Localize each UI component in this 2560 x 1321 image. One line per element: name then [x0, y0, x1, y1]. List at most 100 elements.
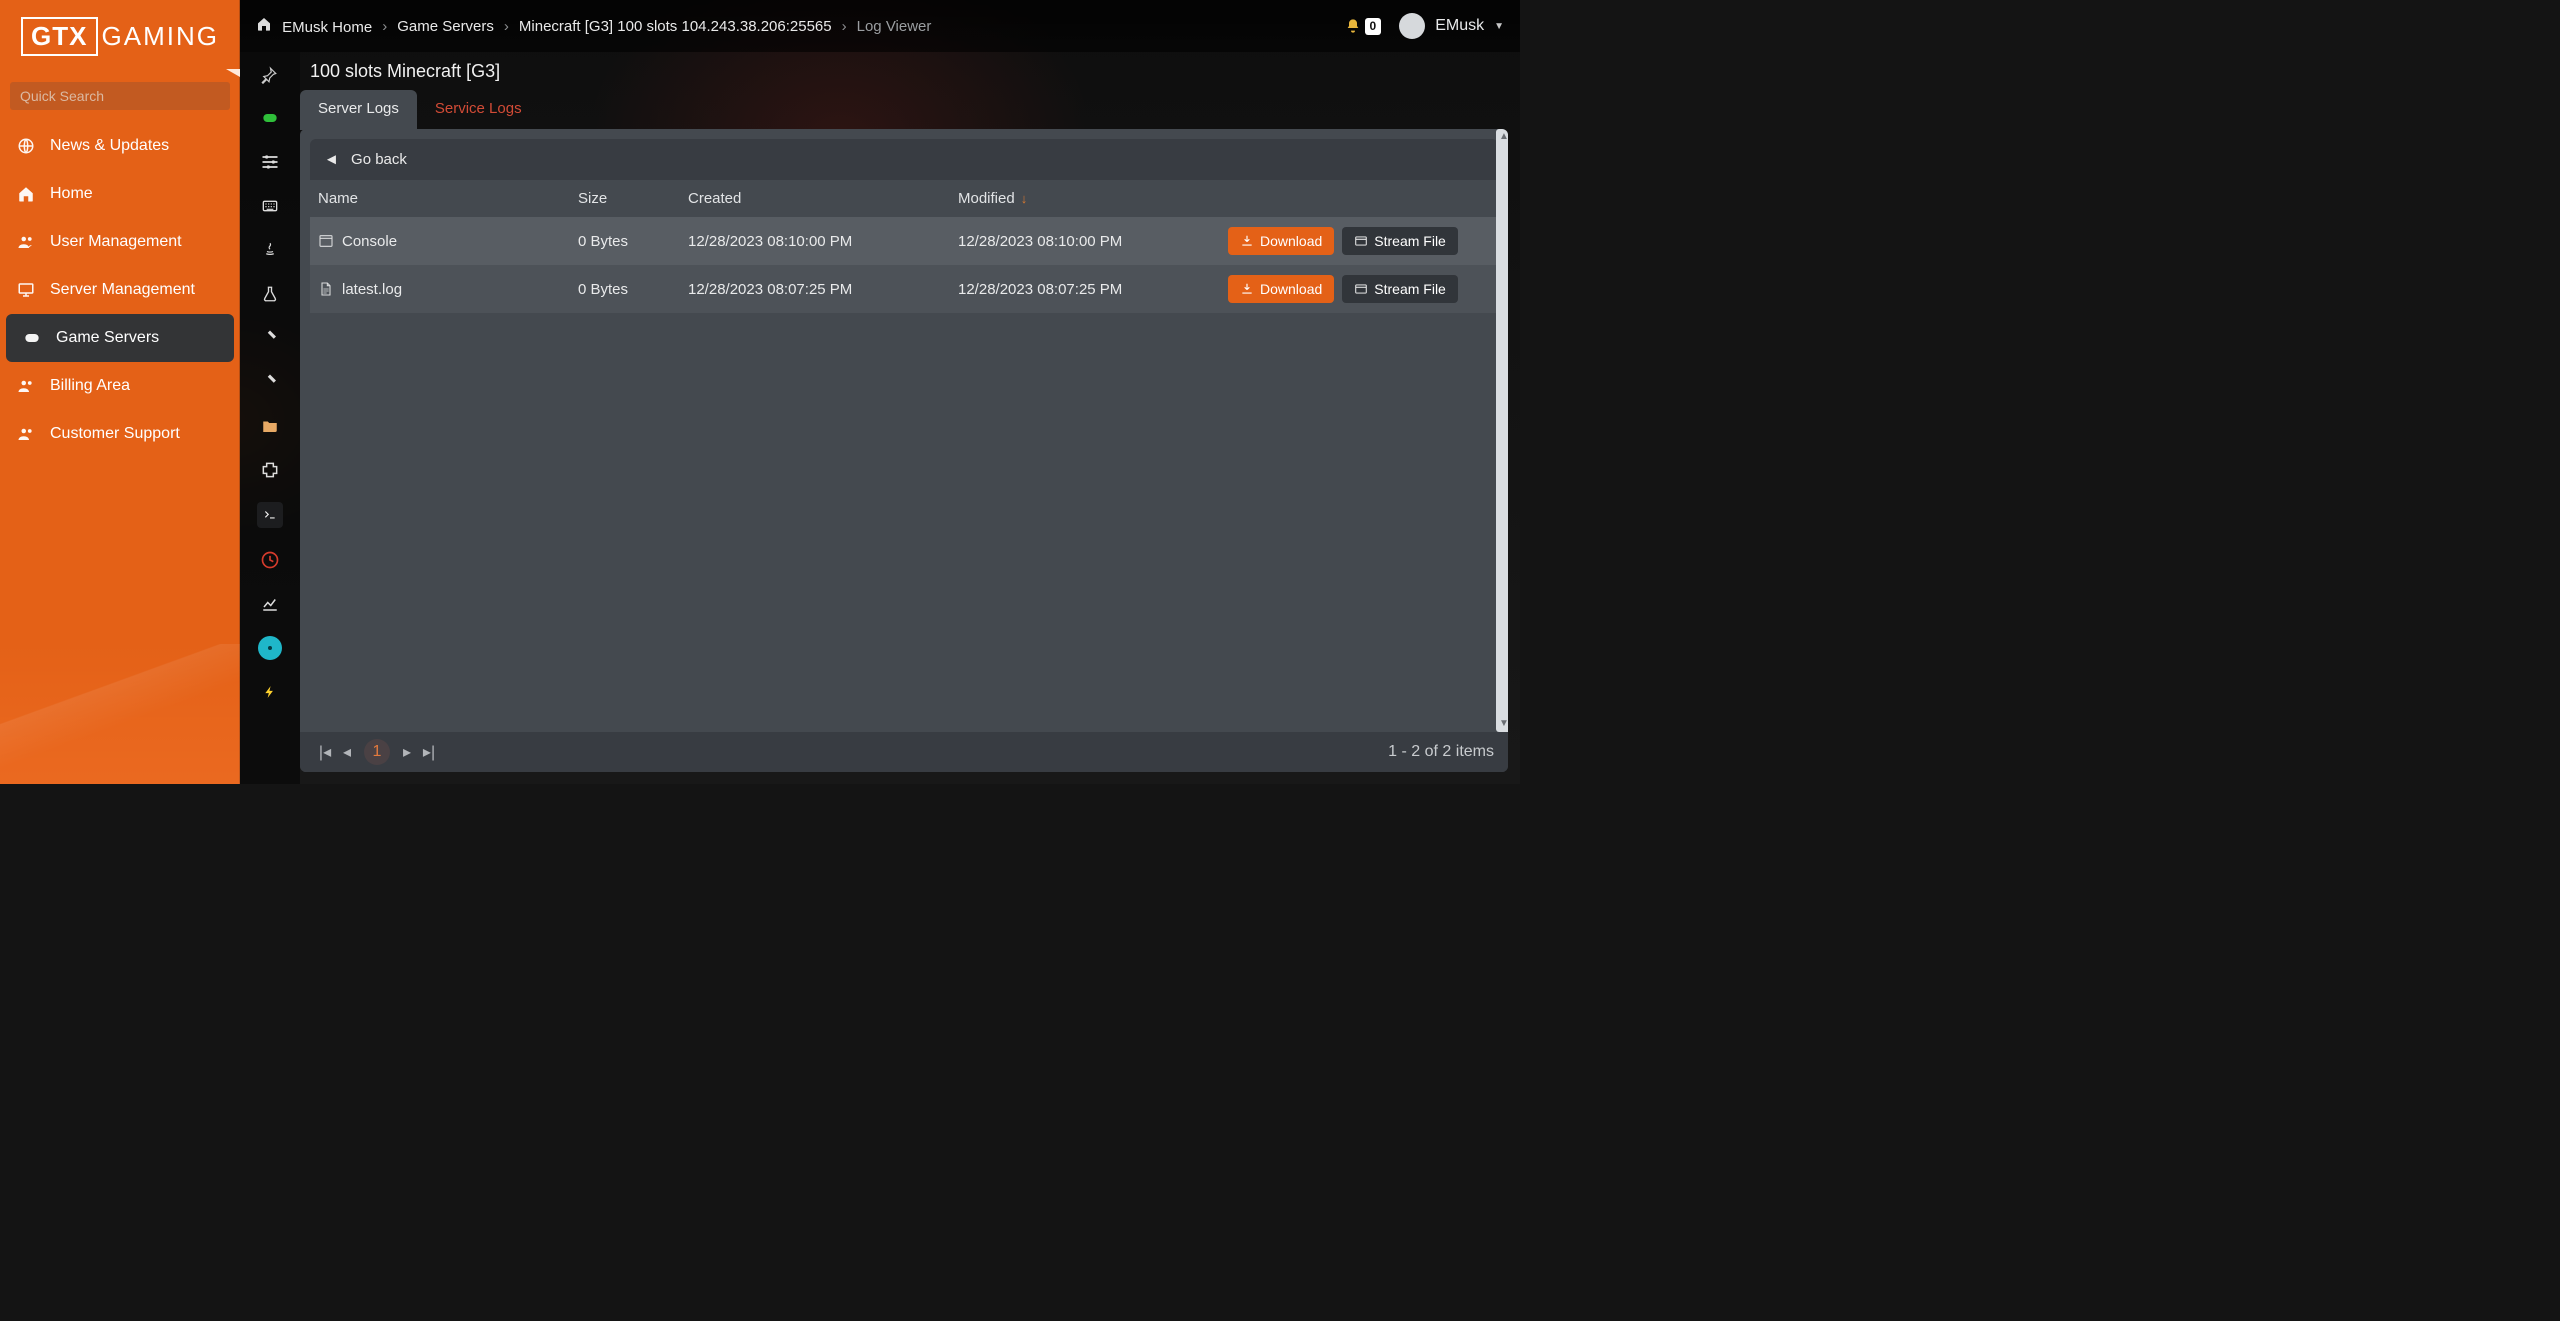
- pager-last[interactable]: ▸|: [418, 742, 440, 762]
- scrollbar[interactable]: ▲ ▼: [1496, 129, 1508, 732]
- sidebar-item-label: Server Management: [50, 281, 195, 299]
- log-panel: ◄ Go back Name Size Created Modified ↓ C…: [300, 129, 1508, 772]
- file-created: 12/28/2023 08:10:00 PM: [688, 233, 958, 250]
- breadcrumb-home-label: EMusk Home: [282, 19, 372, 36]
- sidebar-item-support[interactable]: Customer Support: [0, 410, 240, 458]
- rail-clock-icon[interactable]: [258, 548, 282, 572]
- stream-file-button[interactable]: Stream File: [1342, 275, 1458, 303]
- topbar-right: 0 EMusk ▼: [1345, 13, 1505, 39]
- brand-logo[interactable]: GTX GAMING: [0, 0, 240, 72]
- window-icon: [1354, 234, 1368, 248]
- breadcrumb-current: Log Viewer: [857, 18, 932, 35]
- rail-sliders-icon[interactable]: [258, 150, 282, 174]
- notifications-count: 0: [1365, 18, 1382, 35]
- rail-folder-icon[interactable]: [258, 414, 282, 438]
- rail-java-icon[interactable]: [258, 238, 282, 262]
- sidebar-item-game-servers[interactable]: Game Servers: [6, 314, 234, 362]
- log-table: Name Size Created Modified ↓ Console 0 B…: [310, 180, 1498, 313]
- sidebar-item-server-mgmt[interactable]: Server Management: [0, 266, 240, 314]
- sidebar-item-billing[interactable]: Billing Area: [0, 362, 240, 410]
- pager: |◂ ◂ 1 ▸ ▸| 1 - 2 of 2 items: [300, 732, 1508, 772]
- download-button[interactable]: Download: [1228, 227, 1334, 255]
- scroll-up-icon[interactable]: ▲: [1499, 129, 1508, 145]
- sidebar-nav: News & Updates Home User Management Serv…: [0, 118, 240, 458]
- stream-file-button[interactable]: Stream File: [1342, 227, 1458, 255]
- file-name-cell: latest.log: [318, 281, 578, 298]
- chevron-down-icon: ▼: [1494, 21, 1504, 32]
- tab-service-logs[interactable]: Service Logs: [417, 90, 540, 130]
- pager-next[interactable]: ▸: [396, 742, 418, 762]
- file-name: Console: [342, 233, 397, 250]
- main: 100 slots Minecraft [G3] Server Logs Ser…: [300, 52, 1508, 772]
- sidebar: GTX GAMING News & Updates Home User Mana…: [0, 0, 240, 784]
- user-menu[interactable]: EMusk ▼: [1399, 13, 1504, 39]
- tab-server-logs[interactable]: Server Logs: [300, 90, 417, 130]
- breadcrumb-item[interactable]: Minecraft [G3] 100 slots 104.243.38.206:…: [519, 18, 832, 35]
- go-back-button[interactable]: ◄ Go back: [310, 139, 1498, 180]
- breadcrumb-item[interactable]: Game Servers: [397, 18, 494, 35]
- col-modified[interactable]: Modified ↓: [958, 190, 1228, 207]
- sidebar-item-label: News & Updates: [50, 137, 169, 155]
- col-actions: [1228, 190, 1486, 207]
- col-created[interactable]: Created: [688, 190, 958, 207]
- rail-gavel-icon[interactable]: [258, 326, 282, 350]
- table-row[interactable]: Console 0 Bytes 12/28/2023 08:10:00 PM 1…: [310, 217, 1498, 265]
- sidebar-lava-decoration: [0, 644, 240, 784]
- topbar: EMusk Home › Game Servers › Minecraft [G…: [240, 0, 1520, 52]
- download-icon: [1240, 282, 1254, 296]
- quick-search-input[interactable]: [10, 82, 230, 110]
- file-size: 0 Bytes: [578, 233, 688, 250]
- table-row[interactable]: latest.log 0 Bytes 12/28/2023 08:07:25 P…: [310, 265, 1498, 313]
- rail-flask-icon[interactable]: [258, 282, 282, 306]
- download-icon: [1240, 234, 1254, 248]
- breadcrumb-home[interactable]: EMusk Home: [256, 16, 372, 36]
- rail-terminal-icon[interactable]: [257, 502, 283, 528]
- sidebar-item-label: Game Servers: [56, 329, 159, 347]
- page-title: 100 slots Minecraft [G3]: [300, 52, 1508, 90]
- table-body: Console 0 Bytes 12/28/2023 08:10:00 PM 1…: [310, 217, 1498, 313]
- gamepad-icon: [22, 328, 42, 348]
- avatar-icon: [1399, 13, 1425, 39]
- pager-first[interactable]: |◂: [314, 742, 336, 762]
- rail-puzzle-icon[interactable]: [258, 458, 282, 482]
- chevron-right-icon: ›: [842, 18, 847, 35]
- breadcrumb: EMusk Home › Game Servers › Minecraft [G…: [256, 16, 931, 36]
- rail-eye-icon[interactable]: [258, 636, 282, 660]
- rail-chart-icon[interactable]: [258, 592, 282, 616]
- file-name: latest.log: [342, 281, 402, 298]
- col-size[interactable]: Size: [578, 190, 688, 207]
- sidebar-item-users[interactable]: User Management: [0, 218, 240, 266]
- globe-icon: [16, 136, 36, 156]
- users-icon: [16, 424, 36, 444]
- sidebar-search-wrap: [0, 82, 240, 118]
- file-modified: 12/28/2023 08:10:00 PM: [958, 233, 1228, 250]
- users-icon: [16, 232, 36, 252]
- users-icon: [16, 376, 36, 396]
- row-actions: Download Stream File: [1228, 275, 1486, 303]
- sort-desc-icon: ↓: [1021, 191, 1028, 206]
- notifications-button[interactable]: 0: [1345, 18, 1382, 35]
- sidebar-item-label: Home: [50, 185, 93, 203]
- table-header: Name Size Created Modified ↓: [310, 180, 1498, 217]
- pin-icon[interactable]: [260, 66, 280, 86]
- chevron-right-icon: ›: [504, 18, 509, 35]
- monitor-icon: [16, 280, 36, 300]
- rail-gavel2-icon[interactable]: [258, 370, 282, 394]
- pager-page[interactable]: 1: [364, 739, 390, 765]
- rail-gamepad-icon[interactable]: [258, 106, 282, 130]
- download-button[interactable]: Download: [1228, 275, 1334, 303]
- window-icon: [318, 233, 334, 249]
- file-size: 0 Bytes: [578, 281, 688, 298]
- rail-keyboard-icon[interactable]: [258, 194, 282, 218]
- file-name-cell: Console: [318, 233, 578, 250]
- pager-prev[interactable]: ◂: [336, 742, 358, 762]
- col-name[interactable]: Name: [318, 190, 578, 207]
- file-modified: 12/28/2023 08:07:25 PM: [958, 281, 1228, 298]
- scroll-down-icon[interactable]: ▼: [1499, 716, 1508, 732]
- rail-bolt-icon[interactable]: [258, 680, 282, 704]
- chevron-right-icon: ›: [382, 18, 387, 35]
- window-icon: [1354, 282, 1368, 296]
- sidebar-item-home[interactable]: Home: [0, 170, 240, 218]
- sidebar-item-news[interactable]: News & Updates: [0, 122, 240, 170]
- table-empty-space: [310, 313, 1498, 732]
